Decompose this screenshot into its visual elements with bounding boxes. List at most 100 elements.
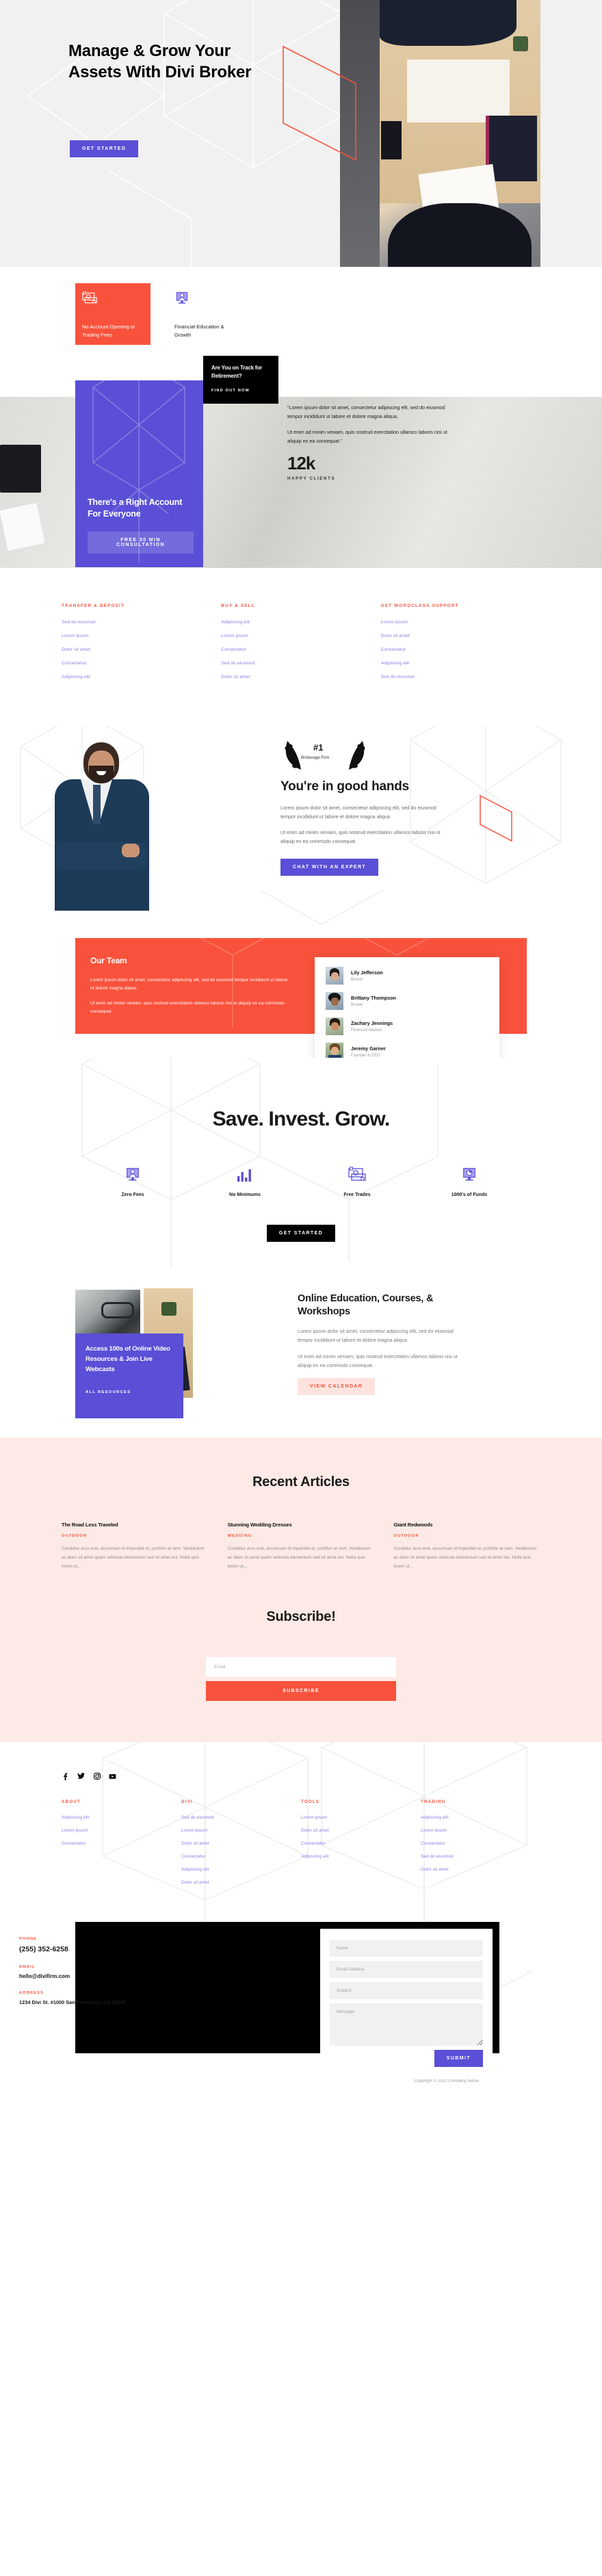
article-category[interactable]: OUTDOOR [393,1534,540,1538]
contact-submit-button[interactable]: SUBMIT [434,2049,483,2067]
badge-subtitle: Brokerage Firm [301,756,330,760]
link-item[interactable]: Consectetur [381,647,540,652]
footer-link[interactable]: Lorem ipsum [421,1828,540,1833]
footer-link[interactable]: Consectetur [62,1841,181,1846]
link-column-heading: GET WORDCLASS SUPPORT [380,603,459,608]
link-item[interactable]: Sed do eiusmod [221,661,380,666]
youtube-icon[interactable] [109,1773,116,1780]
instagram-icon[interactable] [93,1773,101,1780]
feature-label: No Account Opening or Trading Fees [82,324,135,339]
team-section: Our Team Lorem ipsum dolor sit amet, con… [0,938,602,1070]
link-item[interactable]: Adipiscing elit [62,675,221,679]
feature-card-fees[interactable]: No Account Opening or Trading Fees [75,283,150,345]
contact-message-textarea[interactable] [330,2003,483,2046]
link-item[interactable]: Sed do eiusmod [62,620,221,625]
free-consultation-button[interactable]: FREE 30 MIN CONSULTATION [88,532,194,554]
article-category[interactable]: WEDDING [228,1534,375,1538]
footer-column-heading: TRADING [421,1799,446,1804]
facebook-icon[interactable] [62,1773,69,1780]
footer-link[interactable]: Consectetur [301,1841,421,1846]
retirement-title: Are You on Track for Retirement? [211,365,262,379]
feature-label: Financial Education & Growth [174,324,224,339]
avatar [326,992,343,1010]
link-item[interactable]: Lorem ipsum [62,634,221,638]
footer-link[interactable]: Dolor sit amet [181,1880,301,1885]
bar-chart-icon [189,1165,301,1182]
footer-link[interactable]: Consectetur [181,1854,301,1859]
link-column-heading: TRANSFER & DEPOSIT [62,603,125,608]
link-item[interactable]: Consectetur [221,647,380,652]
link-item[interactable]: Lorem ipsum [221,634,380,638]
footer-link[interactable]: Sed do eiusmod [181,1815,301,1820]
subscribe-button[interactable]: SUBSCRIBE [206,1680,396,1701]
link-item[interactable]: Adipiscing elit [381,661,540,666]
account-band-section: There's a Right Account For Everyone FRE… [0,356,602,568]
article-card[interactable]: The Road Less Traveled OUTDOOR Curabitur… [62,1522,209,1571]
team-member[interactable]: Brittany Thompson Broker [326,992,488,1010]
footer-link[interactable]: Consectetur [421,1841,540,1846]
good-hands-section: #1 Brokerage Firm You're in good hands L… [0,726,602,938]
team-member[interactable]: Zachary Jennings Financial Advisor [326,1017,488,1035]
education-paragraph-1: Lorem ipsum dolor sit amet, consectetur … [298,1328,454,1344]
team-paragraph-2: Ut enim ad minim veniam, quis nostrud ex… [90,1000,285,1014]
link-item[interactable]: Dolor sit amet [62,647,221,652]
contact-form: SUBMIT [320,1928,493,2079]
feature-card-education[interactable]: Financial Education & Growth [168,283,243,345]
quote-paragraph-2: Ut enim ad minim veniam, quis nostrud ex… [287,428,447,444]
money-exchange-icon [301,1165,413,1182]
contact-name-input[interactable] [330,1939,483,1957]
find-out-now-link[interactable]: FIND OUT NOW [211,389,270,393]
landing-page: Manage & Grow Your Assets With Divi Brok… [0,0,602,2101]
contact-email-input[interactable] [330,1960,483,1978]
link-item[interactable]: Consectetur [62,661,221,666]
footer-link[interactable]: Dolor sit amet [301,1828,421,1833]
chat-with-expert-button[interactable]: CHAT WITH AN EXPERT [280,858,379,876]
email-value[interactable]: hello@divifirm.com [19,1973,176,1979]
link-item[interactable]: Dolor sit amet [381,634,540,638]
sig-get-started-button[interactable]: GET STARTED [266,1225,336,1243]
link-item[interactable]: Lorem ipsum [381,620,540,625]
article-title: The Road Less Traveled [62,1521,118,1528]
article-excerpt: Curabitur arcu erat, accumsan id imperdi… [393,1546,537,1569]
footer-link[interactable]: Adipiscing elit [301,1854,421,1859]
all-resources-link[interactable]: ALL RESOURCES [86,1390,173,1394]
link-column-buysell: BUY & SELL Adipiscing elit Lorem ipsum C… [221,603,380,688]
article-card[interactable]: Stunning Wedding Dresses WEDDING Curabit… [228,1522,375,1571]
footer-link[interactable]: Lorem ipsum [181,1828,301,1833]
link-column-transfer: TRANSFER & DEPOSIT Sed do eiusmod Lorem … [62,603,221,688]
footer-link[interactable]: Lorem ipsum [62,1828,181,1833]
save-invest-grow-section: Save. Invest. Grow. Zero Fees No Minimum… [0,1058,602,1274]
footer-link[interactable]: Adipiscing elit [181,1867,301,1872]
footer-link[interactable]: Lorem ipsum [301,1815,421,1820]
view-calendar-button[interactable]: VIEW CALENDAR [298,1378,376,1396]
twitter-icon[interactable] [77,1773,85,1780]
footer-link[interactable]: Dolor sit amet [421,1867,540,1872]
footer-link[interactable]: Adipiscing elit [62,1815,181,1820]
sig-label: No Minimums [229,1193,261,1198]
link-item[interactable]: Dolor sit amet [221,675,380,679]
article-card[interactable]: Giant Redwoods OUTDOOR Curabitur arcu er… [393,1522,540,1571]
happy-clients-number: 12k [287,452,315,473]
footer-link[interactable]: Adipiscing elit [421,1815,540,1820]
education-section: Access 100s of Online Video Resources & … [0,1273,602,1438]
get-started-button[interactable]: GET STARTED [70,140,139,157]
sig-label: Free Trades [343,1193,371,1198]
member-role: Broker [351,978,363,983]
footer-link[interactable]: Sed do eiusmod [421,1854,540,1859]
article-category[interactable]: OUTDOOR [62,1534,209,1538]
link-item[interactable]: Adipiscing elit [221,620,380,625]
sig-item-free-trades: Free Trades [301,1165,413,1197]
retirement-card: Are You on Track for Retirement? FIND OU… [203,356,278,404]
phone-value[interactable]: (255) 352-6258 [19,1945,176,1953]
link-item[interactable]: Sed do eiusmod [381,675,540,679]
member-role: Broker [351,1003,363,1008]
team-member[interactable]: Lily Jefferson Broker [326,967,488,985]
link-column-heading: BUY & SELL [221,603,255,608]
contact-subject-input[interactable] [330,1981,483,1999]
footer-column-trading: TRADING Adipiscing elit Lorem ipsum Cons… [421,1799,540,1893]
footer-link[interactable]: Dolor sit amet [181,1841,301,1846]
hero-section: Manage & Grow Your Assets With Divi Brok… [0,0,602,304]
subscribe-email-input[interactable] [206,1656,396,1677]
features-section: No Account Opening or Trading Fees Finan… [0,267,602,373]
social-links [62,1773,540,1780]
